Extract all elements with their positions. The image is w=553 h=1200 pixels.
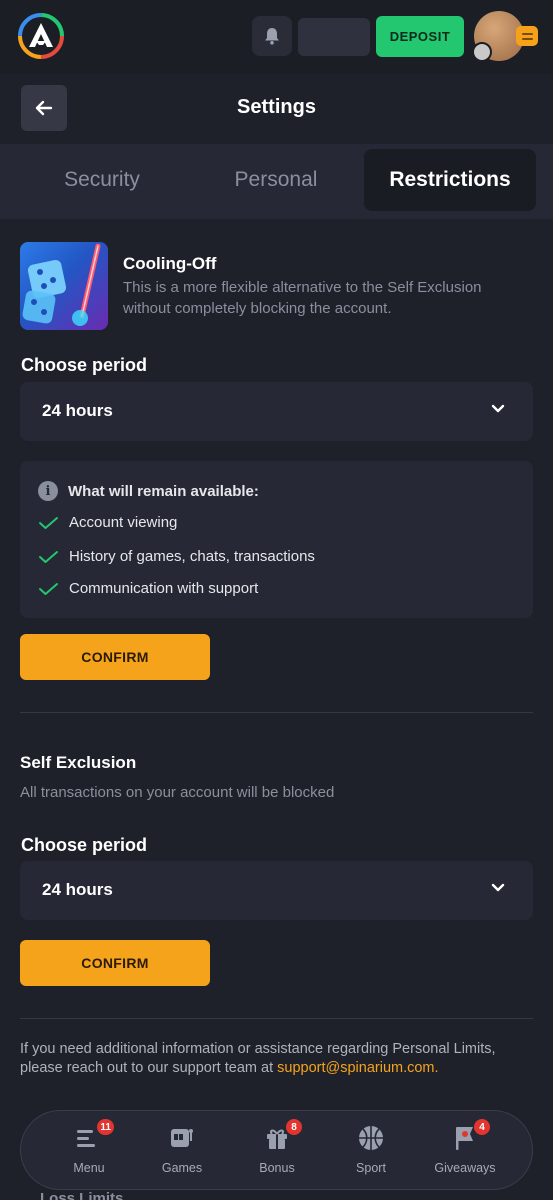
list-item: History of games, chats, transactions (38, 548, 315, 565)
nav-label: Bonus (259, 1161, 295, 1175)
self-exclusion-period-select[interactable]: 24 hours (20, 861, 533, 920)
balance-display[interactable] (298, 18, 370, 56)
nav-label: Sport (356, 1161, 386, 1175)
list-item: Communication with support (38, 580, 258, 597)
cooling-off-period-select[interactable]: 24 hours (20, 382, 533, 441)
tab-restrictions[interactable]: Restrictions (364, 149, 536, 211)
bell-icon (265, 28, 279, 45)
menu-badge: 11 (97, 1119, 114, 1135)
cooling-off-confirm-button[interactable]: CONFIRM (20, 634, 210, 680)
notifications-button[interactable] (252, 16, 292, 56)
cooling-off-description: This is a more flexible alternative to t… (123, 279, 482, 317)
chat-icon[interactable] (516, 26, 538, 46)
self-exclusion-confirm-button[interactable]: CONFIRM (20, 940, 210, 986)
info-item-label: Account viewing (69, 514, 178, 531)
divider (20, 712, 533, 713)
settings-tabs: Security Personal Restrictions (0, 144, 553, 219)
nav-label: Giveaways (434, 1161, 496, 1175)
bottom-nav: 11 Menu Games 8 Bonus Sport 4 Giveaways (20, 1110, 533, 1190)
self-exclusion-description: All transactions on your account will be… (20, 784, 335, 801)
giveaways-badge: 4 (474, 1119, 490, 1135)
remaining-available-box: i What will remain available: Account vi… (20, 461, 533, 618)
support-info-text: If you need additional information or as… (20, 1040, 530, 1078)
deposit-button[interactable]: DEPOSIT (376, 16, 464, 57)
nav-bonus[interactable]: 8 Bonus (232, 1119, 322, 1175)
check-icon (39, 550, 58, 563)
self-exclusion-title: Self Exclusion (20, 753, 137, 772)
nav-label: Games (161, 1161, 203, 1175)
tab-personal[interactable]: Personal (190, 149, 362, 211)
nav-giveaways[interactable]: 4 Giveaways (420, 1119, 510, 1175)
info-icon: i (38, 481, 58, 501)
tab-security[interactable]: Security (14, 149, 190, 211)
info-header: i What will remain available: (38, 481, 259, 501)
selected-period: 24 hours (42, 880, 113, 899)
self-exclusion-period-label: Choose period (21, 835, 148, 855)
chevron-down-icon (491, 883, 505, 892)
top-bar: DEPOSIT (0, 0, 553, 74)
info-item-label: Communication with support (69, 580, 259, 597)
cooling-off-period-label: Choose period (21, 355, 148, 375)
divider (20, 1018, 533, 1019)
nav-sport[interactable]: Sport (326, 1123, 416, 1175)
nav-menu[interactable]: 11 Menu (44, 1119, 134, 1175)
slot-machine-icon (171, 1129, 193, 1147)
cooling-off-title: Cooling-Off (123, 254, 217, 273)
chevron-down-icon (491, 404, 505, 413)
bonus-badge: 8 (286, 1119, 302, 1135)
nav-label: Menu (73, 1161, 105, 1175)
dice-game-icon (20, 242, 108, 330)
basketball-icon (359, 1126, 383, 1150)
check-icon (39, 582, 58, 595)
check-icon (39, 516, 58, 529)
settings-header: Settings (0, 74, 553, 144)
page-title: Settings (237, 96, 316, 118)
support-email-link[interactable]: support@spinarium.com. (277, 1060, 438, 1076)
selected-period: 24 hours (42, 401, 113, 420)
brand-logo-icon[interactable] (16, 11, 66, 61)
gift-icon (267, 1129, 287, 1149)
list-item: Account viewing (38, 514, 177, 531)
info-item-label: History of games, chats, transactions (69, 548, 315, 565)
level-badge-icon (472, 42, 492, 62)
nav-games[interactable]: Games (137, 1123, 227, 1175)
info-title: What will remain available: (68, 482, 259, 500)
loss-limits-title: Loss Limits (40, 1190, 124, 1200)
